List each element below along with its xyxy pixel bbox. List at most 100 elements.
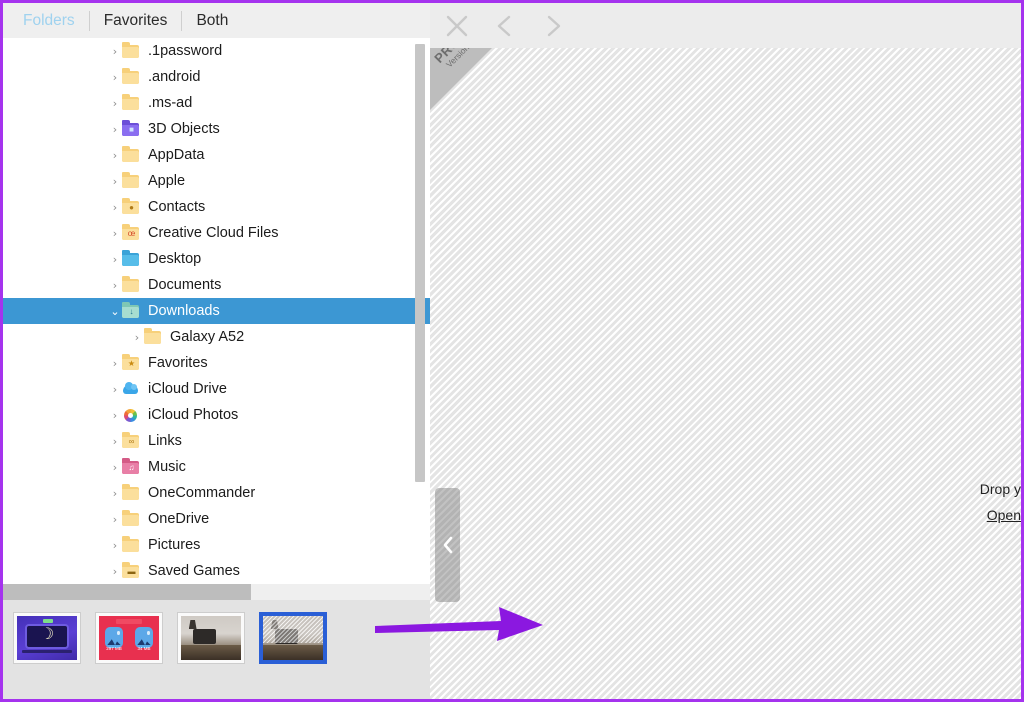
chevron-right-icon[interactable]: › xyxy=(108,38,122,64)
tree-item-label: Saved Games xyxy=(148,563,240,579)
thumbnail-room-photo[interactable] xyxy=(177,612,245,664)
folder-tree-panel: › .1password › .android › .ms-ad › ■ 3D Objects ›… xyxy=(3,38,430,600)
tree-item-favorites[interactable]: › ★ Favorites xyxy=(3,350,430,376)
tree-item-1password[interactable]: › .1password xyxy=(3,38,430,64)
tab-both[interactable]: Both xyxy=(182,11,242,31)
tree-horizontal-scroll-thumb[interactable] xyxy=(3,584,251,600)
thumbnail-image-compression[interactable]: 297 MB 34 MB xyxy=(95,612,163,664)
chevron-right-icon[interactable]: › xyxy=(108,402,122,428)
chevron-right-icon[interactable]: › xyxy=(108,376,122,402)
tree-horizontal-scrollbar[interactable] xyxy=(3,584,430,600)
folder-yellow-icon xyxy=(122,171,140,189)
folder-3d-icon: ■ xyxy=(122,119,140,137)
tree-item-music[interactable]: › ♫ Music xyxy=(3,454,430,480)
tree-item-label: .android xyxy=(148,69,201,85)
folder-savedgames-icon: ▬ xyxy=(122,561,140,579)
chevron-right-icon[interactable]: › xyxy=(108,246,122,272)
chevron-right-icon[interactable]: › xyxy=(108,116,122,142)
chevron-right-icon[interactable]: › xyxy=(108,64,122,90)
drop-hint-text: Drop y xyxy=(979,481,1021,497)
tree-item-galaxy-a52[interactable]: › Galaxy A52 xyxy=(3,324,430,350)
thumbnail-image: 297 MB 34 MB xyxy=(99,616,159,660)
chevron-right-icon[interactable]: › xyxy=(108,220,122,246)
chevron-right-icon[interactable]: › xyxy=(108,142,122,168)
preview-toolbar xyxy=(430,3,1021,48)
next-icon[interactable] xyxy=(536,9,570,43)
previous-icon[interactable] xyxy=(488,9,522,43)
tree-item-onedrive[interactable]: › OneDrive xyxy=(3,506,430,532)
tree-item-contacts[interactable]: › ● Contacts xyxy=(3,194,430,220)
tree-item-label: Favorites xyxy=(148,355,208,371)
right-panel: PRO Version Drop y Open xyxy=(430,3,1021,699)
tree-item-label: OneCommander xyxy=(148,485,256,501)
folder-tree[interactable]: › .1password › .android › .ms-ad › ■ 3D Objects ›… xyxy=(3,38,430,583)
laptop-camera xyxy=(43,618,53,624)
tree-item-saved-games[interactable]: › ▬ Saved Games xyxy=(3,558,430,583)
tree-item-3d-objects[interactable]: › ■ 3D Objects xyxy=(3,116,430,142)
tree-item-label: Desktop xyxy=(148,251,202,267)
chevron-right-icon[interactable]: › xyxy=(108,532,122,558)
tree-vertical-scroll-thumb[interactable] xyxy=(415,44,425,482)
tree-item-icloud-drive[interactable]: › iCloud Drive xyxy=(3,376,430,402)
chevron-right-icon[interactable]: › xyxy=(108,454,122,480)
image-preview-area[interactable]: PRO Version Drop y Open xyxy=(430,48,1021,699)
folder-yellow-icon xyxy=(122,275,140,293)
tree-item-label: Galaxy A52 xyxy=(170,329,245,345)
close-icon[interactable] xyxy=(440,9,474,43)
pro-version-ribbon: PRO Version xyxy=(430,48,492,110)
tree-item-pictures[interactable]: › Pictures xyxy=(3,532,430,558)
tree-item-android[interactable]: › .android xyxy=(3,64,430,90)
tab-folders[interactable]: Folders xyxy=(9,10,90,31)
tree-item-label: iCloud Drive xyxy=(148,381,227,397)
tree-item-label: Creative Cloud Files xyxy=(148,225,279,241)
folder-yellow-icon xyxy=(144,327,162,345)
folder-links-icon: ∞ xyxy=(122,431,140,449)
panel-collapse-handle[interactable] xyxy=(435,488,460,602)
folder-desktop-icon xyxy=(122,249,140,267)
chevron-right-icon[interactable]: › xyxy=(130,324,144,350)
chevron-right-icon[interactable]: › xyxy=(108,506,122,532)
app-window: Folders Favorites Both › .1password › .andr… xyxy=(0,0,1024,702)
folder-yellow-icon xyxy=(122,509,140,527)
folder-yellow-icon xyxy=(122,93,140,111)
open-link[interactable]: Open xyxy=(891,502,1021,528)
tree-item-label: AppData xyxy=(148,147,205,163)
tree-item-creative-cloud-files[interactable]: › œ Creative Cloud Files xyxy=(3,220,430,246)
thumbnail-image xyxy=(181,616,241,660)
folder-music-icon: ♫ xyxy=(122,457,140,475)
chevron-right-icon[interactable]: › xyxy=(108,90,122,116)
thumbnail-room-photo-loading[interactable] xyxy=(259,612,327,664)
tree-item-label: Documents xyxy=(148,277,222,293)
thumbnail-laptop-moon[interactable] xyxy=(13,612,81,664)
icloud-photos-icon xyxy=(122,408,140,423)
tab-favorites[interactable]: Favorites xyxy=(90,10,183,31)
chevron-down-icon[interactable]: ⌄ xyxy=(108,298,122,324)
chevron-right-icon[interactable]: › xyxy=(108,428,122,454)
image-before xyxy=(105,627,123,648)
chevron-right-icon[interactable]: › xyxy=(108,194,122,220)
tree-item-appdata[interactable]: › AppData xyxy=(3,142,430,168)
chevron-right-icon[interactable]: › xyxy=(108,168,122,194)
tree-item-apple[interactable]: › Apple xyxy=(3,168,430,194)
tree-item-icloud-photos[interactable]: › iCloud Photos xyxy=(3,402,430,428)
chevron-right-icon[interactable]: › xyxy=(108,480,122,506)
chevron-right-icon[interactable]: › xyxy=(108,558,122,583)
tree-item-downloads[interactable]: ⌄ ↓ Downloads xyxy=(3,298,430,324)
folder-yellow-icon xyxy=(122,145,140,163)
tree-vertical-scrollbar[interactable] xyxy=(415,44,425,534)
folder-yellow-icon xyxy=(122,67,140,85)
folder-yellow-icon xyxy=(122,483,140,501)
left-panel: Folders Favorites Both › .1password › .andr… xyxy=(3,3,430,699)
tree-item-ms-ad[interactable]: › .ms-ad xyxy=(3,90,430,116)
tree-item-links[interactable]: › ∞ Links xyxy=(3,428,430,454)
tree-item-label: .1password xyxy=(148,43,223,59)
chevron-right-icon[interactable]: › xyxy=(108,350,122,376)
thumbnail-filmstrip[interactable]: 297 MB 34 MB xyxy=(3,600,430,699)
tree-item-desktop[interactable]: › Desktop xyxy=(3,246,430,272)
folder-downloads-icon: ↓ xyxy=(122,301,140,319)
chevron-right-icon[interactable]: › xyxy=(108,272,122,298)
drop-hint: Drop y Open xyxy=(891,476,1021,528)
tree-item-documents[interactable]: › Documents xyxy=(3,272,430,298)
folder-creative-icon: œ xyxy=(122,223,140,241)
tree-item-onecommander[interactable]: › OneCommander xyxy=(3,480,430,506)
